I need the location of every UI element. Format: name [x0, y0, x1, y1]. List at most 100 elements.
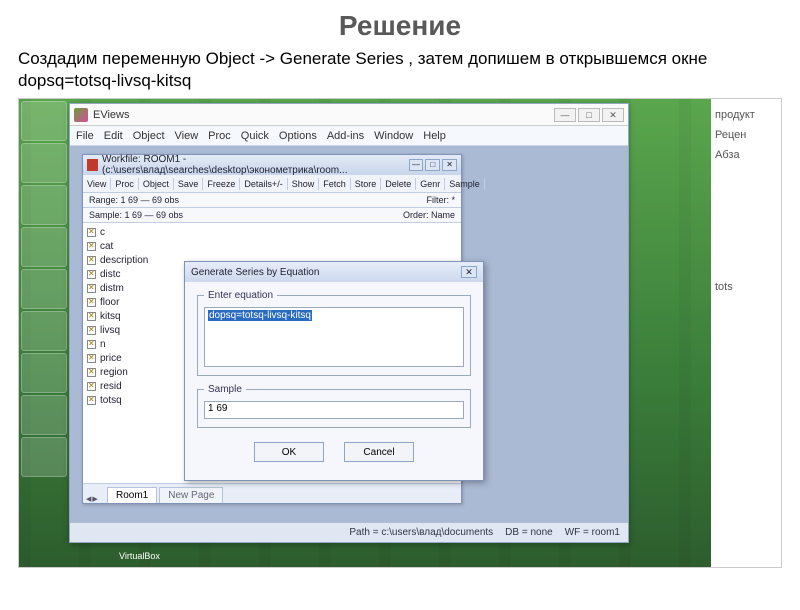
menu-quick[interactable]: Quick: [241, 130, 269, 142]
sample-fieldset: Sample 1 69: [197, 384, 471, 428]
menu-window[interactable]: Window: [374, 130, 413, 142]
workfile-toolbar: View Proc Object Save Freeze Details+/- …: [83, 175, 461, 193]
wf-close-button[interactable]: ✕: [442, 159, 457, 171]
right-ribbon-crop: продукт Рецен Абза tots: [711, 99, 781, 567]
checkbox-icon: [87, 326, 96, 335]
desktop-icon[interactable]: [21, 185, 67, 225]
menu-addins[interactable]: Add-ins: [327, 130, 364, 142]
workfile-title: Workfile: ROOM1 - (c:\users\влад\searche…: [102, 154, 407, 176]
cancel-button[interactable]: Cancel: [344, 442, 414, 462]
wf-minimize-button[interactable]: —: [409, 159, 424, 171]
ribbon-fragment: продукт: [715, 109, 777, 121]
wf-tool-object[interactable]: Object: [139, 178, 174, 190]
wf-tool-save[interactable]: Save: [174, 178, 204, 190]
close-button[interactable]: ✕: [602, 108, 624, 122]
desktop-icon[interactable]: [21, 269, 67, 309]
wf-tool-delete[interactable]: Delete: [381, 178, 416, 190]
wf-tool-sample[interactable]: Sample: [445, 178, 485, 190]
checkbox-icon: [87, 256, 96, 265]
tab-room1[interactable]: Room1: [107, 487, 157, 503]
checkbox-icon: [87, 298, 96, 307]
dialog-title: Generate Series by Equation: [191, 267, 319, 278]
obj-name: n: [100, 339, 106, 350]
wf-tool-freeze[interactable]: Freeze: [203, 178, 240, 190]
obj-name: c: [100, 227, 105, 238]
checkbox-icon: [87, 228, 96, 237]
obj-name: cat: [100, 241, 113, 252]
workfile-info2: Sample: 1 69 — 69 obs Order: Name: [83, 208, 461, 223]
app-logo-icon: [74, 108, 88, 122]
slide-title: Решение: [0, 10, 800, 42]
workfile-titlebar[interactable]: Workfile: ROOM1 - (c:\users\влад\searche…: [83, 155, 461, 175]
checkbox-icon: [87, 368, 96, 377]
checkbox-icon: [87, 312, 96, 321]
obj-name: description: [100, 255, 148, 266]
app-client-area: Workfile: ROOM1 - (c:\users\влад\searche…: [70, 146, 628, 522]
checkbox-icon: [87, 284, 96, 293]
sample-legend: Sample: [204, 384, 246, 395]
checkbox-icon: [87, 382, 96, 391]
checkbox-icon: [87, 270, 96, 279]
equation-legend: Enter equation: [204, 290, 277, 301]
menu-help[interactable]: Help: [423, 130, 446, 142]
obj-name: price: [100, 353, 122, 364]
wf-maximize-button[interactable]: □: [425, 159, 440, 171]
desktop-icon[interactable]: [21, 101, 67, 141]
checkbox-icon: [87, 340, 96, 349]
equation-input[interactable]: dopsq=totsq-livsq-kitsq: [204, 307, 464, 367]
dialog-titlebar[interactable]: Generate Series by Equation ✕: [185, 262, 483, 282]
list-item[interactable]: c: [87, 225, 457, 239]
list-item[interactable]: cat: [87, 239, 457, 253]
checkbox-icon: [87, 396, 96, 405]
app-titlebar[interactable]: EViews — □ ✕: [70, 104, 628, 126]
equation-text-selected: dopsq=totsq-livsq-kitsq: [208, 310, 312, 321]
ok-button[interactable]: OK: [254, 442, 324, 462]
workfile-info: Range: 1 69 — 69 obs Filter: *: [83, 193, 461, 208]
menu-options[interactable]: Options: [279, 130, 317, 142]
wf-tool-store[interactable]: Store: [351, 178, 382, 190]
checkbox-icon: [87, 354, 96, 363]
eviews-window: EViews — □ ✕ File Edit Object View Proc …: [69, 103, 629, 543]
wf-tool-genr[interactable]: Genr: [416, 178, 445, 190]
desktop-icon[interactable]: [21, 395, 67, 435]
tab-scroll-arrows[interactable]: ◀ ▶: [83, 495, 107, 503]
dialog-close-button[interactable]: ✕: [461, 266, 477, 278]
tab-new-page[interactable]: New Page: [159, 487, 223, 503]
maximize-button[interactable]: □: [578, 108, 600, 122]
app-statusbar: Path = c:\users\влад\documents DB = none…: [70, 522, 628, 542]
menu-file[interactable]: File: [76, 130, 94, 142]
desktop-icon[interactable]: [21, 143, 67, 183]
dialog-body: Enter equation dopsq=totsq-livsq-kitsq S…: [185, 282, 483, 480]
status-path: Path = c:\users\влад\documents: [349, 527, 493, 538]
menu-object[interactable]: Object: [133, 130, 165, 142]
wf-tool-view[interactable]: View: [83, 178, 111, 190]
menu-proc[interactable]: Proc: [208, 130, 231, 142]
obj-name: kitsq: [100, 311, 121, 322]
wf-tool-proc[interactable]: Proc: [111, 178, 139, 190]
screenshot: продукт Рецен Абза tots EViews — □ ✕ Fil…: [18, 98, 782, 568]
wf-tool-show[interactable]: Show: [288, 178, 320, 190]
obj-name: floor: [100, 297, 119, 308]
minimize-button[interactable]: —: [554, 108, 576, 122]
status-db: DB = none: [505, 527, 553, 538]
sample-input[interactable]: 1 69: [204, 401, 464, 419]
status-wf: WF = room1: [565, 527, 620, 538]
slide-description: Создадим переменную Object -> Generate S…: [18, 48, 782, 92]
desktop-icon[interactable]: [21, 437, 67, 477]
desktop-icon[interactable]: [21, 311, 67, 351]
wf-order: Order: Name: [403, 210, 455, 220]
menu-view[interactable]: View: [175, 130, 199, 142]
ribbon-fragment: tots: [715, 281, 777, 293]
workfile-tabs: ◀ ▶ Room1 New Page: [83, 483, 461, 503]
obj-name: livsq: [100, 325, 120, 336]
dialog-button-row: OK Cancel: [195, 436, 473, 472]
desktop-icon[interactable]: [21, 353, 67, 393]
menu-edit[interactable]: Edit: [104, 130, 123, 142]
obj-name: region: [100, 367, 128, 378]
desktop-icon[interactable]: [21, 227, 67, 267]
wf-range: Range: 1 69 — 69 obs: [89, 195, 179, 205]
wf-tool-details[interactable]: Details+/-: [240, 178, 287, 190]
wf-sample: Sample: 1 69 — 69 obs: [89, 210, 183, 220]
wf-tool-fetch[interactable]: Fetch: [319, 178, 351, 190]
obj-name: distm: [100, 283, 124, 294]
